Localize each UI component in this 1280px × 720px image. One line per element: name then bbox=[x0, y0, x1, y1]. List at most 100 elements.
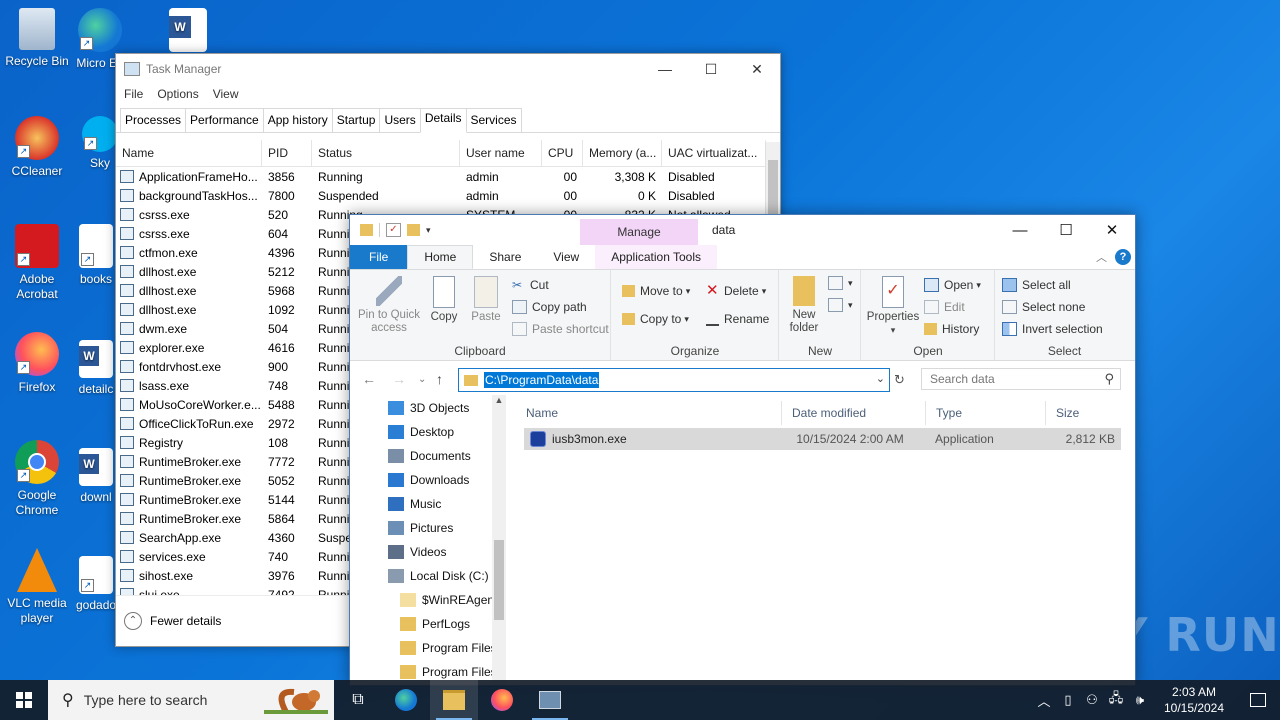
tab-view[interactable]: View bbox=[537, 245, 595, 269]
tab-home[interactable]: Home bbox=[407, 245, 474, 269]
chevron-down-icon[interactable]: ⌄ bbox=[876, 372, 885, 385]
navigation-scrollbar[interactable]: ▲ bbox=[492, 395, 506, 685]
column-header-uac[interactable]: UAC virtualizat... bbox=[662, 140, 766, 166]
column-header-name[interactable]: Name bbox=[116, 140, 262, 166]
scrollbar-thumb[interactable] bbox=[768, 160, 778, 218]
scrollbar-thumb[interactable] bbox=[494, 540, 504, 620]
clock[interactable]: 2:03 AM 10/15/2024 bbox=[1152, 684, 1236, 716]
menu-options[interactable]: Options bbox=[157, 87, 198, 101]
nav-item[interactable]: Local Disk (C:) bbox=[388, 569, 489, 583]
refresh-icon[interactable]: ↻ bbox=[894, 372, 905, 388]
show-hidden-icons-icon[interactable]: ︿ bbox=[1032, 691, 1056, 710]
tablet-icon[interactable]: ▯ bbox=[1056, 692, 1080, 708]
copy-to-button[interactable]: Copy to ▾ bbox=[622, 312, 689, 326]
desktop-icon-chrome[interactable]: ↗ Google Chrome bbox=[1, 440, 73, 518]
column-header-size[interactable]: Size bbox=[1046, 401, 1126, 425]
properties-check-icon[interactable]: ✓ bbox=[386, 223, 401, 237]
start-button[interactable] bbox=[0, 680, 48, 720]
paste-button[interactable]: Paste bbox=[468, 276, 504, 324]
desktop-icon-detailc[interactable]: W detailc bbox=[76, 340, 116, 397]
pin-quick-access-button[interactable]: Pin to Quick access bbox=[356, 276, 422, 335]
minimize-button[interactable]: — bbox=[642, 54, 688, 84]
column-header-memory[interactable]: Memory (a... bbox=[583, 140, 662, 166]
table-row[interactable]: ApplicationFrameHo... 3856 Running admin 00 3… bbox=[116, 167, 766, 186]
edit-button[interactable]: Edit bbox=[924, 300, 965, 314]
address-path[interactable]: C:\ProgramData\data bbox=[484, 372, 600, 388]
move-to-button[interactable]: Move to ▾ bbox=[622, 284, 690, 298]
file-row[interactable]: iusb3mon.exe 10/15/2024 2:00 AM Applicat… bbox=[524, 428, 1121, 450]
tab-share[interactable]: Share bbox=[473, 245, 537, 269]
close-button[interactable]: ✕ bbox=[1089, 215, 1135, 245]
desktop-icon-recycle-bin[interactable]: Recycle Bin bbox=[1, 8, 73, 69]
help-icon[interactable]: ? bbox=[1115, 249, 1131, 265]
maximize-button[interactable]: ☐ bbox=[688, 54, 734, 84]
scroll-up-icon[interactable]: ▲ bbox=[492, 395, 506, 405]
column-header-status[interactable]: Status bbox=[312, 140, 460, 166]
file-explorer-window[interactable]: ✓ ▾ Manage data — ☐ ✕ File Home Share Vi… bbox=[349, 214, 1136, 686]
tab-performance[interactable]: Performance bbox=[185, 108, 264, 132]
column-header-type[interactable]: Type bbox=[926, 401, 1046, 425]
column-header-user[interactable]: User name bbox=[460, 140, 542, 166]
desktop-icon-skype[interactable]: ↗ Sky bbox=[80, 116, 120, 171]
forward-arrow-icon[interactable]: → bbox=[392, 371, 406, 387]
delete-button[interactable]: ✕ Delete ▾ bbox=[706, 283, 766, 298]
network-icon[interactable]: 🖧 bbox=[1104, 689, 1128, 711]
manage-context-tab[interactable]: Manage bbox=[580, 219, 698, 245]
copy-path-button[interactable]: Copy path bbox=[512, 300, 587, 314]
desktop-icon-godado[interactable]: ↗ godado bbox=[76, 556, 116, 613]
nav-item[interactable]: $WinREAgent bbox=[400, 593, 497, 607]
desktop-icon-vlc[interactable]: VLC media player bbox=[1, 548, 73, 626]
column-header-name[interactable]: Name bbox=[516, 401, 782, 425]
meet-now-icon[interactable]: ⚇ bbox=[1080, 692, 1104, 708]
desktop-icon-acrobat[interactable]: ↗ Adobe Acrobat bbox=[1, 224, 73, 302]
taskbar-firefox[interactable] bbox=[478, 680, 526, 720]
nav-item[interactable]: Downloads bbox=[388, 473, 469, 487]
notifications-button[interactable] bbox=[1236, 693, 1280, 707]
copy-button[interactable]: Copy bbox=[426, 276, 462, 324]
tab-processes[interactable]: Processes bbox=[120, 108, 187, 132]
new-item-button[interactable]: ▾ bbox=[828, 276, 853, 290]
chevron-up-icon[interactable]: ︿ bbox=[1096, 249, 1107, 265]
nav-item[interactable]: PerfLogs bbox=[400, 617, 470, 631]
nav-item[interactable]: Videos bbox=[388, 545, 446, 559]
tab-startup[interactable]: Startup bbox=[331, 108, 381, 132]
properties-button[interactable]: ✓ Properties ▾ bbox=[864, 276, 922, 337]
tab-users[interactable]: Users bbox=[379, 108, 421, 132]
nav-item[interactable]: Program Files bbox=[400, 665, 497, 679]
column-header-date-modified[interactable]: Date modified bbox=[782, 401, 926, 425]
column-header-pid[interactable]: PID bbox=[262, 140, 312, 166]
tab-file[interactable]: File bbox=[350, 245, 408, 269]
taskbar-file-explorer[interactable] bbox=[430, 680, 478, 720]
nav-item[interactable]: Program Files bbox=[400, 641, 497, 655]
address-input[interactable]: C:\ProgramData\data ⌄ bbox=[458, 368, 890, 392]
desktop-icon-books[interactable]: ↗ books bbox=[76, 224, 116, 287]
chevron-up-icon[interactable]: ⌃ bbox=[124, 612, 142, 630]
tab-details[interactable]: Details bbox=[419, 108, 467, 133]
taskbar-edge[interactable] bbox=[382, 680, 430, 720]
desktop-icon-ccleaner[interactable]: ↗ CCleaner bbox=[1, 116, 73, 179]
recent-locations-icon[interactable]: ⌄ bbox=[418, 374, 426, 385]
search-input[interactable]: Search data ⚲ bbox=[921, 368, 1121, 390]
nav-item[interactable]: Documents bbox=[388, 449, 471, 463]
nav-item[interactable]: Desktop bbox=[388, 425, 454, 439]
close-button[interactable]: ✕ bbox=[734, 54, 780, 84]
invert-selection-button[interactable]: Invert selection bbox=[1002, 322, 1103, 336]
easy-access-button[interactable]: ▾ bbox=[828, 298, 853, 312]
new-folder-button[interactable]: New folder bbox=[784, 276, 824, 335]
taskbar-task-manager[interactable] bbox=[526, 680, 574, 720]
tab-app-history[interactable]: App history bbox=[262, 108, 333, 132]
select-all-button[interactable]: Select all bbox=[1002, 278, 1071, 292]
desktop-icon-downl[interactable]: W downl bbox=[76, 448, 116, 505]
open-button[interactable]: Open ▾ bbox=[924, 278, 981, 292]
column-header-cpu[interactable]: CPU bbox=[542, 140, 583, 166]
table-row[interactable]: backgroundTaskHos... 7800 Suspended admin 00… bbox=[116, 186, 766, 205]
new-folder-icon[interactable] bbox=[407, 224, 420, 236]
history-button[interactable]: History bbox=[924, 322, 979, 336]
paste-shortcut-button[interactable]: Paste shortcut bbox=[512, 322, 609, 336]
nav-item[interactable]: Pictures bbox=[388, 521, 453, 535]
tab-services[interactable]: Services bbox=[465, 108, 522, 132]
maximize-button[interactable]: ☐ bbox=[1043, 215, 1089, 245]
nav-item[interactable]: 3D Objects bbox=[388, 401, 469, 415]
up-arrow-icon[interactable]: ↑ bbox=[436, 371, 443, 387]
tab-application-tools[interactable]: Application Tools bbox=[595, 245, 718, 269]
